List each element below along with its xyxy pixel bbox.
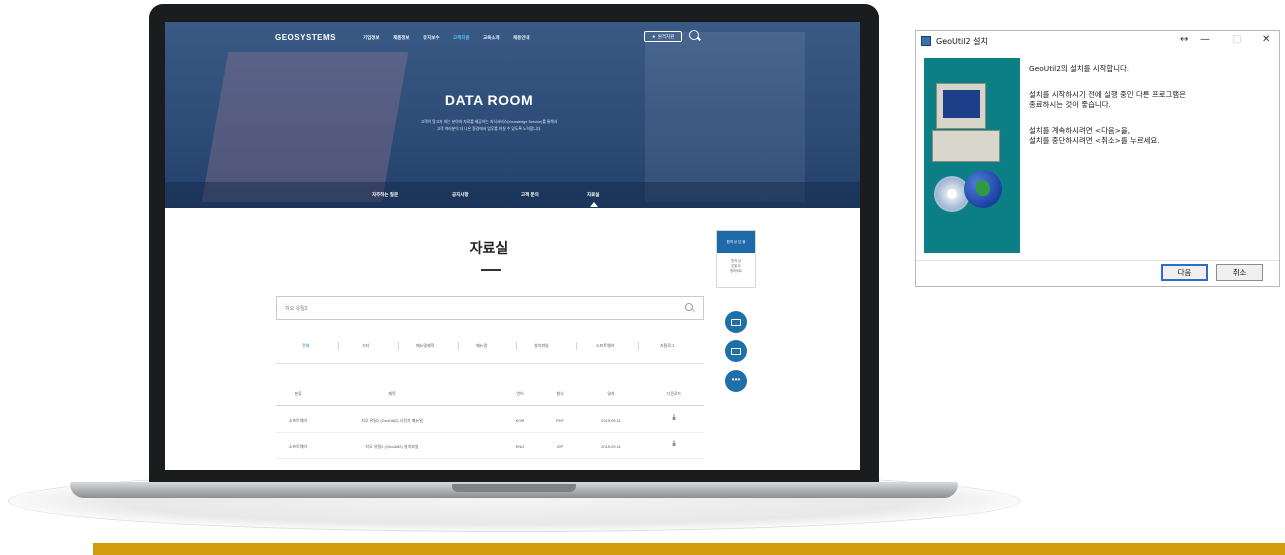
row-language: ENG <box>515 444 525 449</box>
row-date: 2019.09.11 <box>601 418 621 423</box>
menu-item-careers[interactable]: 채용안내 <box>513 35 543 41</box>
star-icon: ★ <box>651 33 656 39</box>
quick-panel-title: 원격 상 담 중 <box>717 231 755 253</box>
row-title[interactable]: 지오 유틸2 (GeoUtil2) 설치파일 <box>365 444 418 450</box>
close-button[interactable]: ✕ <box>1262 34 1270 45</box>
subnav-notice[interactable]: 공지사항 <box>452 192 469 198</box>
subnav-faq[interactable]: 자주하는 질문 <box>372 192 398 198</box>
tab-divider <box>638 342 639 350</box>
tab-divider <box>576 342 577 350</box>
next-button[interactable]: 다음 <box>1161 264 1208 281</box>
menu-item-education[interactable]: 교육소개 <box>483 35 513 41</box>
computer-icon <box>932 130 1000 162</box>
tab-install-files[interactable]: 설치파일 <box>534 343 549 349</box>
monitor-icon <box>936 83 986 129</box>
tab-divider <box>458 342 459 350</box>
quick-panel-body: 원격 상 담을 요 청하세요 <box>717 253 755 274</box>
dialog-text-close-programs: 종료하시는 것이 좋습니다. <box>1029 100 1111 109</box>
main-menu: 기업정보 제품정보 유지보수 고객지원 교육소개 채용안내 <box>363 35 543 41</box>
col-date: 일자 <box>607 391 615 396</box>
tab-catalog[interactable]: 카탈로그 <box>660 343 675 349</box>
table-header: 분류 제목 언어 형식 일자 다운로드 <box>276 382 704 406</box>
subnav-active-indicator <box>590 202 598 207</box>
hero-desc-line: 고객 여러분이 더 나은 환경에서 업무를 하실 수 있도록 노력합니다. <box>436 127 542 131</box>
search-box <box>276 296 704 320</box>
row-title[interactable]: 지오 유틸2 (GeoUtil2) 사전가 매뉴얼 <box>361 418 423 424</box>
tab-manual-production[interactable]: 매뉴얼제작 <box>416 343 434 349</box>
sub-navigation: 자주하는 질문 공지사항 고객 문의 자료실 <box>165 182 860 208</box>
dialog-titlebar: GeoUtil2 설치 ↔ — □ ✕ <box>916 31 1279 53</box>
mail-icon <box>731 318 741 326</box>
cancel-button[interactable]: 취소 <box>1216 264 1263 281</box>
dialog-text-welcome: GeoUtil2의 설치를 시작합니다. <box>1029 64 1130 73</box>
laptop-notch <box>452 484 576 492</box>
menu-item-support[interactable]: 고객지원 <box>453 35 483 41</box>
quick-message-button[interactable] <box>725 340 747 362</box>
dialog-separator <box>916 260 1279 261</box>
title-underline <box>481 269 501 271</box>
row-category: 소프트웨어 <box>288 418 308 423</box>
tab-software[interactable]: 소프트웨어 <box>596 343 614 349</box>
message-icon <box>731 347 741 355</box>
col-format: 형식 <box>556 391 564 396</box>
tab-divider <box>516 342 517 350</box>
tab-etc[interactable]: 기타 <box>362 343 369 349</box>
monitor-screen <box>943 90 980 118</box>
category-tabs: 전체 기타 매뉴얼제작 매뉴얼 설치파일 소프트웨어 카탈로그 <box>276 334 704 364</box>
col-category: 분류 <box>294 391 302 396</box>
hero-title: DATA ROOM <box>444 92 534 108</box>
hero-description: 고객이 알고자 하는 분야의 자료를 제공하는 지식서비스(Knowledge … <box>355 119 623 133</box>
col-language: 언어 <box>516 391 524 396</box>
site-logo[interactable]: GEOSYSTEMS <box>275 33 336 42</box>
subnav-inquiry[interactable]: 고객 문의 <box>521 192 539 198</box>
search-icon[interactable] <box>689 30 699 40</box>
table-row[interactable]: 소프트웨어 지오 유틸2 (GeoUtil2) 설치파일 ENG ZIP 201… <box>276 434 704 459</box>
quick-chat-button[interactable]: ••• <box>725 370 747 392</box>
quick-mail-button[interactable] <box>725 311 747 333</box>
row-language: KOR <box>515 418 525 423</box>
col-title: 제목 <box>388 391 396 396</box>
installer-illustration <box>924 58 1020 253</box>
tab-divider <box>338 342 339 350</box>
remote-support-label: 원격지원 <box>657 33 675 39</box>
search-icon[interactable] <box>685 303 693 311</box>
minimize-button[interactable]: — <box>1200 34 1210 45</box>
laptop-screen: GEOSYSTEMS 기업정보 제품정보 유지보수 고객지원 교육소개 채용안내… <box>165 22 860 470</box>
hero-desc-line: 고객이 알고자 하는 분야의 자료를 제공하는 지식서비스(Knowledge … <box>420 120 558 124</box>
search-input[interactable] <box>277 298 657 320</box>
quick-panel-line: 청하세요 <box>730 269 742 273</box>
tab-divider <box>398 342 399 350</box>
menu-item-maintenance[interactable]: 유지보수 <box>423 35 453 41</box>
col-download: 다운로드 <box>666 391 682 396</box>
download-icon[interactable]: ⤓ <box>672 440 675 448</box>
row-date: 2019.09.11 <box>601 444 621 449</box>
remote-support-button[interactable]: ★ 원격지원 <box>644 31 682 42</box>
row-category: 소프트웨어 <box>288 444 308 449</box>
installer-icon <box>921 36 931 46</box>
row-format: PDF <box>556 418 564 423</box>
installer-dialog: GeoUtil2 설치 ↔ — □ ✕ GeoUtil2의 설치를 시작합니다.… <box>915 30 1280 287</box>
dialog-body: GeoUtil2의 설치를 시작합니다. 설치를 시작하시기 전에 실행 중인 … <box>916 53 1279 255</box>
gold-accent-bar <box>93 543 1285 555</box>
stage: GEOSYSTEMS 기업정보 제품정보 유지보수 고객지원 교육소개 채용안내… <box>0 0 1285 555</box>
dialog-text-cancel: 설치를 중단하시려면 <취소>를 누르세요. <box>1029 136 1160 145</box>
tab-all[interactable]: 전체 <box>302 343 309 349</box>
menu-item-products[interactable]: 제품정보 <box>393 35 423 41</box>
globe-icon <box>964 170 1002 208</box>
hero-banner: GEOSYSTEMS 기업정보 제품정보 유지보수 고객지원 교육소개 채용안내… <box>165 22 860 208</box>
hero-decoration <box>645 32 805 202</box>
tab-manual[interactable]: 매뉴얼 <box>476 343 487 349</box>
chat-icon: ••• <box>731 374 741 384</box>
maximize-button: □ <box>1232 34 1242 45</box>
dialog-title: GeoUtil2 설치 <box>936 37 988 46</box>
subnav-dataroom[interactable]: 자료실 <box>587 192 599 198</box>
quick-panel[interactable]: 원격 상 담 중 원격 상 담을 요 청하세요 <box>716 230 756 288</box>
download-icon[interactable]: ⤓ <box>672 414 675 422</box>
table-row[interactable]: 소프트웨어 지오 유틸2 (GeoUtil2) 사전가 매뉴얼 KOR PDF … <box>276 408 704 433</box>
menu-item-company[interactable]: 기업정보 <box>363 35 393 41</box>
row-format: ZIP <box>556 444 564 449</box>
resize-icon[interactable]: ↔ <box>1180 34 1188 45</box>
